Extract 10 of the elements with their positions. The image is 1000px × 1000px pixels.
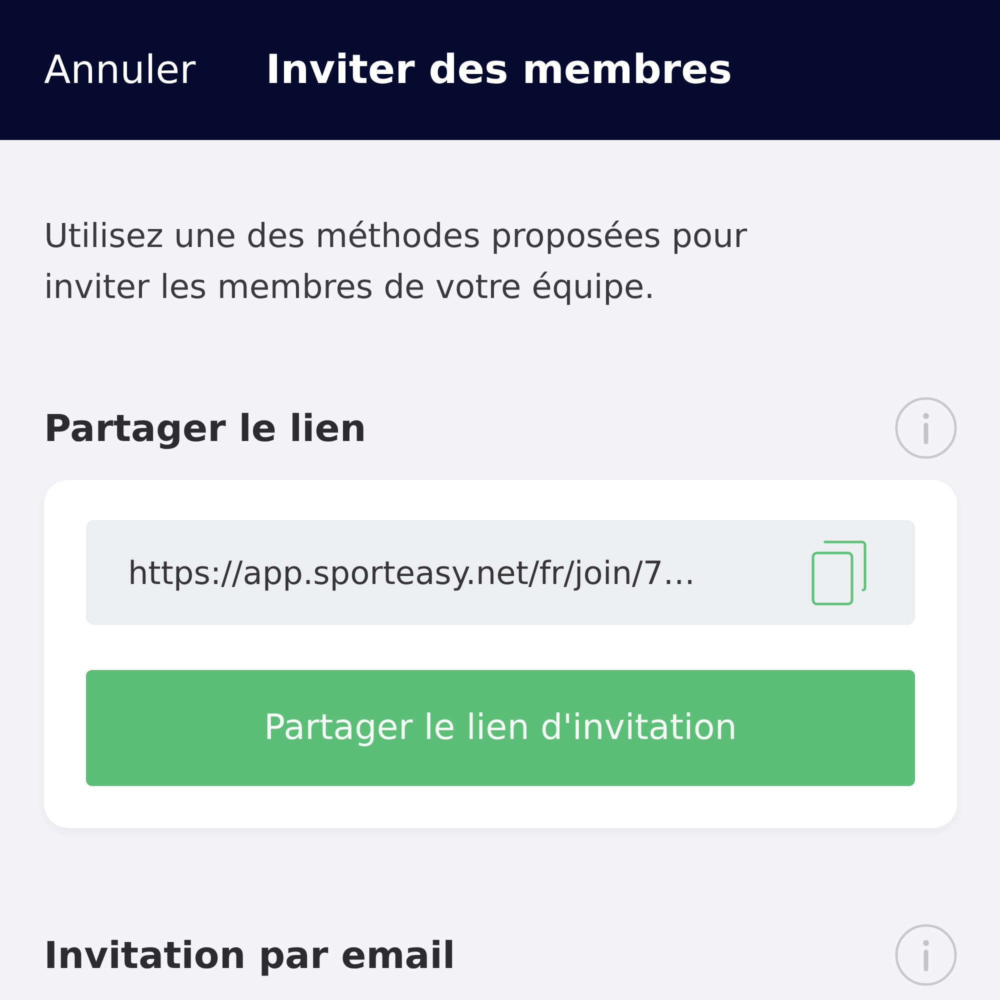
section-heading: Partager le lien	[44, 406, 366, 450]
section-heading: Invitation par email	[44, 934, 456, 976]
link-text: https://app.sporteasy.net/fr/join/7…	[128, 554, 696, 592]
link-field[interactable]: https://app.sporteasy.net/fr/join/7…	[86, 520, 915, 625]
page-title: Inviter des membres	[266, 47, 732, 93]
intro-text: Utilisez une des méthodes proposées pour inviter les membres de votre équipe.	[44, 215, 748, 308]
info-icon[interactable]	[895, 924, 957, 986]
info-icon[interactable]	[895, 397, 957, 459]
copy-icon[interactable]	[811, 540, 867, 606]
cancel-button[interactable]: Annuler	[44, 48, 196, 92]
